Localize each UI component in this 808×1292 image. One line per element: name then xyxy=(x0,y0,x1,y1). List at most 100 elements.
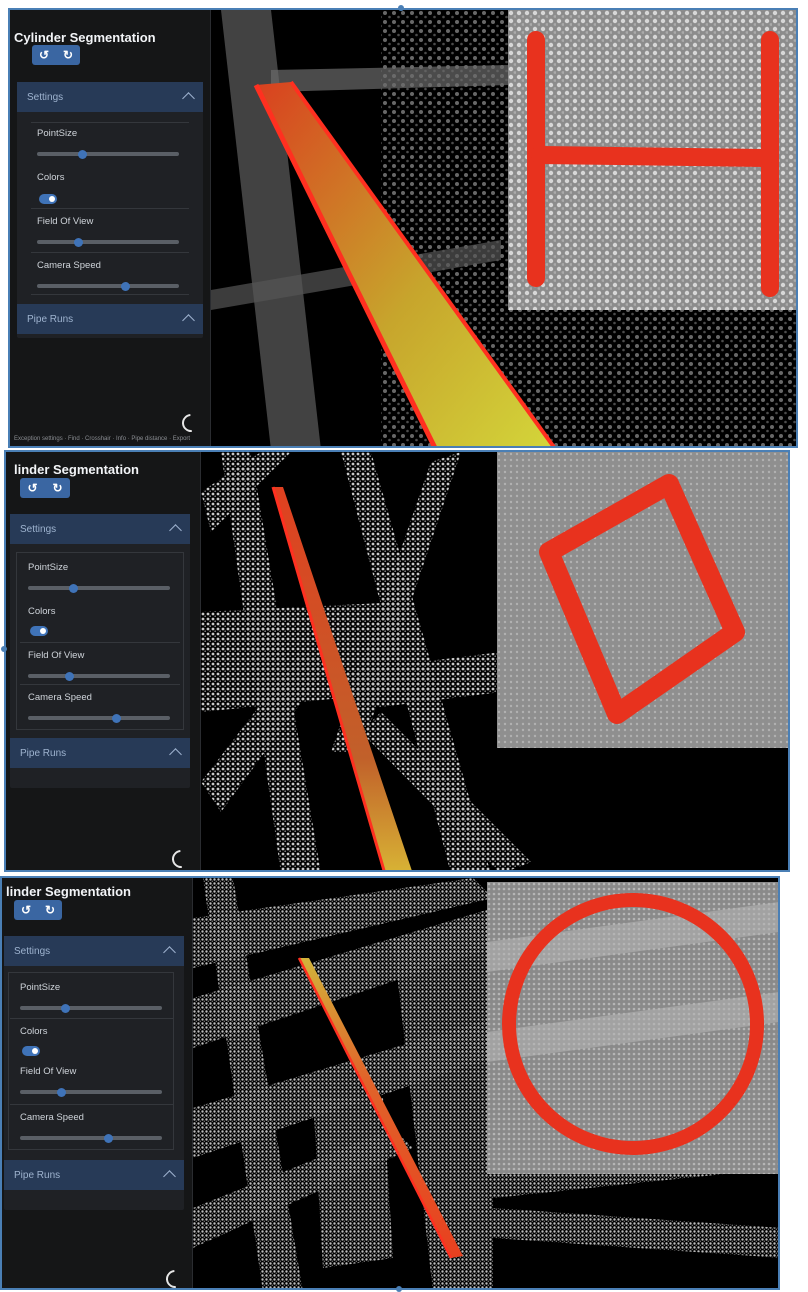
resize-handle[interactable] xyxy=(398,5,404,11)
setting-colors: Colors xyxy=(17,172,203,204)
camera-speed-slider[interactable] xyxy=(37,281,179,291)
viewer-panel-1: Cylinder Segmentation ↺ ↻ Settings Point… xyxy=(8,8,798,448)
colors-toggle[interactable] xyxy=(22,1046,40,1056)
camera-speed-slider[interactable] xyxy=(20,1133,162,1143)
cross-section-inset xyxy=(508,10,796,310)
chevron-up-icon xyxy=(182,314,195,327)
colors-toggle[interactable] xyxy=(39,194,57,204)
point-cloud-viewport[interactable] xyxy=(193,878,778,1288)
pipe-runs-header-label: Pipe Runs xyxy=(14,1169,61,1181)
settings-header-label: Settings xyxy=(20,523,57,535)
viewer-panel-2: linder Segmentation ↺ ↻ Settings PointSi… xyxy=(4,450,790,872)
redo-icon[interactable]: ↻ xyxy=(49,481,67,495)
pointsize-slider[interactable] xyxy=(20,1003,162,1013)
slider-thumb[interactable] xyxy=(103,1133,113,1143)
resize-handle[interactable] xyxy=(396,1286,402,1292)
app-title: Cylinder Segmentation xyxy=(14,30,156,45)
setting-label: PointSize xyxy=(37,128,78,139)
setting-field-of-view: Field Of View xyxy=(4,1066,184,1097)
divider xyxy=(20,684,180,685)
divider xyxy=(20,642,180,643)
app-title: linder Segmentation xyxy=(6,884,131,899)
point-cloud-viewport[interactable] xyxy=(211,10,796,446)
undo-icon[interactable]: ↺ xyxy=(17,903,35,917)
setting-label: Field Of View xyxy=(20,1066,77,1077)
slider-thumb[interactable] xyxy=(56,1087,66,1097)
setting-label: Colors xyxy=(20,1026,48,1037)
chevron-up-icon xyxy=(169,748,182,761)
setting-camera-speed: Camera Speed xyxy=(4,1112,184,1143)
undo-redo-group: ↺ ↻ xyxy=(32,45,80,65)
pipe-runs-header[interactable]: Pipe Runs xyxy=(10,738,190,768)
setting-label: Field Of View xyxy=(37,216,94,227)
settings-header-label: Settings xyxy=(27,91,64,103)
cross-section-view xyxy=(508,10,796,310)
pipe-runs-header[interactable]: Pipe Runs xyxy=(17,304,203,334)
chevron-up-icon xyxy=(169,524,182,537)
pointsize-slider[interactable] xyxy=(37,149,179,159)
setting-camera-speed: Camera Speed xyxy=(17,260,203,291)
slider-thumb[interactable] xyxy=(111,713,121,723)
divider xyxy=(31,294,189,295)
slider-thumb[interactable] xyxy=(73,237,83,247)
setting-label: PointSize xyxy=(20,982,61,993)
setting-label: Colors xyxy=(28,606,56,617)
fov-slider[interactable] xyxy=(37,237,179,247)
setting-camera-speed: Camera Speed xyxy=(10,692,190,723)
chevron-up-icon xyxy=(163,1170,176,1183)
pipe-runs-header[interactable]: Pipe Runs xyxy=(4,1160,184,1190)
redo-icon[interactable]: ↻ xyxy=(59,48,77,62)
cross-section-inset xyxy=(487,882,778,1174)
divider xyxy=(31,208,189,209)
divider xyxy=(31,252,189,253)
fov-slider[interactable] xyxy=(28,671,170,681)
cross-section-view xyxy=(497,452,788,748)
chevron-up-icon xyxy=(182,92,195,105)
setting-label: Colors xyxy=(37,172,65,183)
slider-thumb[interactable] xyxy=(68,583,78,593)
undo-redo-group: ↺ ↻ xyxy=(20,478,70,498)
undo-icon[interactable]: ↺ xyxy=(24,481,42,495)
redo-icon[interactable]: ↻ xyxy=(41,903,59,917)
setting-field-of-view: Field Of View xyxy=(10,650,190,681)
fov-slider[interactable] xyxy=(20,1087,162,1097)
setting-label: Camera Speed xyxy=(37,260,101,271)
cross-section-view xyxy=(487,882,778,1174)
divider xyxy=(31,122,189,123)
viewer-panel-3: linder Segmentation ↺ ↻ Settings PointSi… xyxy=(0,876,780,1290)
divider xyxy=(10,1018,174,1019)
settings-panel: Settings PointSize Colors Field Of View … xyxy=(17,82,203,338)
slider-thumb[interactable] xyxy=(120,281,130,291)
undo-icon[interactable]: ↺ xyxy=(35,48,53,62)
setting-label: PointSize xyxy=(28,562,69,573)
colors-toggle[interactable] xyxy=(30,626,48,636)
settings-header-label: Settings xyxy=(14,945,51,957)
resize-handle[interactable] xyxy=(1,646,7,652)
settings-header[interactable]: Settings xyxy=(17,82,203,112)
setting-colors: Colors xyxy=(4,1026,184,1056)
setting-field-of-view: Field Of View xyxy=(17,216,203,247)
setting-pointsize: PointSize xyxy=(17,128,203,159)
divider xyxy=(10,1104,174,1105)
pipe-runs-header-label: Pipe Runs xyxy=(27,313,74,325)
point-cloud-viewport[interactable] xyxy=(201,452,788,870)
undo-redo-group: ↺ ↻ xyxy=(14,900,62,920)
setting-pointsize: PointSize xyxy=(10,562,190,593)
cross-section-inset xyxy=(497,452,788,748)
setting-colors: Colors xyxy=(10,606,190,636)
setting-label: Field Of View xyxy=(28,650,85,661)
setting-pointsize: PointSize xyxy=(4,982,184,1013)
setting-label: Camera Speed xyxy=(20,1112,84,1123)
settings-header[interactable]: Settings xyxy=(4,936,184,966)
app-title: linder Segmentation xyxy=(14,462,139,477)
settings-panel: Settings PointSize Colors Field Of View … xyxy=(10,514,190,788)
slider-thumb[interactable] xyxy=(77,149,87,159)
camera-speed-slider[interactable] xyxy=(28,713,170,723)
settings-header[interactable]: Settings xyxy=(10,514,190,544)
slider-thumb[interactable] xyxy=(60,1003,70,1013)
status-bar: Exception settings · Find · Crosshair · … xyxy=(14,436,191,442)
pipe-runs-header-label: Pipe Runs xyxy=(20,747,67,759)
pointsize-slider[interactable] xyxy=(28,583,170,593)
slider-thumb[interactable] xyxy=(64,671,74,681)
setting-label: Camera Speed xyxy=(28,692,92,703)
